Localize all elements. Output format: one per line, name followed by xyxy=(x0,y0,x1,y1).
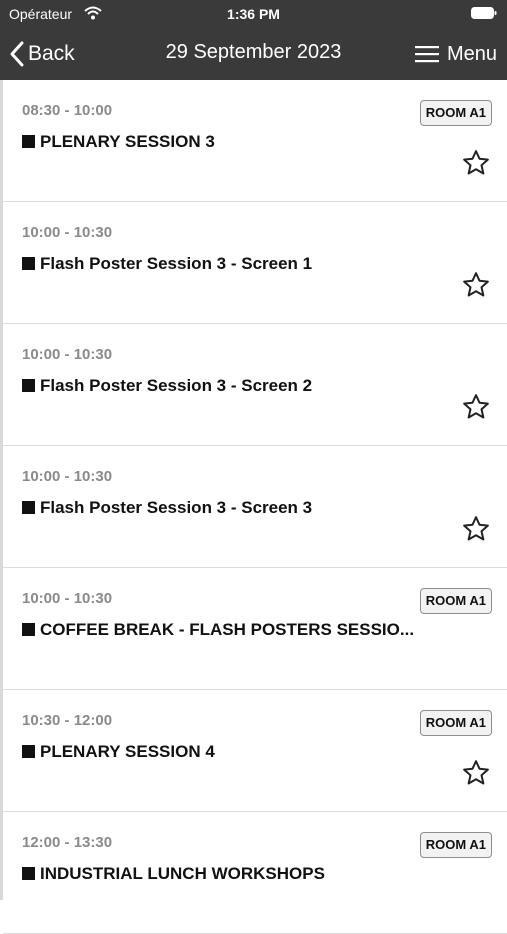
session-item[interactable]: 08:30 - 10:00 ROOM A1 PLENARY SESSION 3 xyxy=(3,80,507,202)
room-badge: ROOM A1 xyxy=(419,100,492,126)
track-color-square xyxy=(22,501,35,514)
session-title: PLENARY SESSION 3 xyxy=(22,132,422,152)
session-title-text: COFFEE BREAK - FLASH POSTERS SESSIO... xyxy=(40,620,415,639)
favorite-star-icon[interactable] xyxy=(461,148,491,178)
session-title-text: INDUSTRIAL LUNCH WORKSHOPS xyxy=(40,864,325,883)
hamburger-icon xyxy=(414,46,439,63)
session-item[interactable]: 10:00 - 10:30 Flash Poster Session 3 - S… xyxy=(3,324,507,446)
session-time: 10:00 - 10:30 xyxy=(22,346,113,363)
session-item[interactable]: 12:00 - 13:30 ROOM A1 INDUSTRIAL LUNCH W… xyxy=(3,812,507,934)
status-bar: Opérateur 1:36 PM xyxy=(0,0,507,28)
track-color-square xyxy=(22,623,35,636)
session-time: 12:00 - 13:30 xyxy=(22,834,113,851)
session-title-text: Flash Poster Session 3 - Screen 3 xyxy=(40,498,313,517)
back-button[interactable]: Back xyxy=(10,38,75,70)
session-item[interactable]: 10:00 - 10:30 Flash Poster Session 3 - S… xyxy=(3,202,507,324)
track-color-square xyxy=(22,379,35,392)
room-badge: ROOM A1 xyxy=(419,588,492,614)
session-time: 10:00 - 10:30 xyxy=(22,224,113,241)
battery-icon xyxy=(471,7,497,19)
session-item[interactable]: 10:00 - 10:30 Flash Poster Session 3 - S… xyxy=(3,446,507,568)
favorite-star-icon[interactable] xyxy=(461,392,491,422)
session-title: PLENARY SESSION 4 xyxy=(22,742,422,762)
menu-button[interactable]: Menu xyxy=(414,38,497,70)
status-time: 1:36 PM xyxy=(227,6,280,22)
favorite-star-icon[interactable] xyxy=(461,514,491,544)
room-badge: ROOM A1 xyxy=(419,710,492,736)
session-title-text: PLENARY SESSION 3 xyxy=(40,132,215,151)
favorite-star-icon[interactable] xyxy=(461,758,491,788)
session-item[interactable]: 10:30 - 12:00 ROOM A1 PLENARY SESSION 4 xyxy=(3,690,507,812)
session-title: Flash Poster Session 3 - Screen 2 xyxy=(22,376,422,396)
session-title: Flash Poster Session 3 - Screen 1 xyxy=(22,254,422,274)
session-list: 08:30 - 10:00 ROOM A1 PLENARY SESSION 3 … xyxy=(3,80,507,934)
session-time: 10:00 - 10:30 xyxy=(22,468,113,485)
track-color-square xyxy=(22,867,35,880)
session-time: 10:00 - 10:30 xyxy=(22,590,113,607)
session-title-text: Flash Poster Session 3 - Screen 2 xyxy=(40,376,313,395)
room-badge: ROOM A1 xyxy=(419,832,492,858)
track-color-square xyxy=(22,135,35,148)
session-title-text: PLENARY SESSION 4 xyxy=(40,742,215,761)
page-title: 29 September 2023 xyxy=(165,41,342,63)
session-title: COFFEE BREAK - FLASH POSTERS SESSIO... xyxy=(22,620,462,640)
session-title: INDUSTRIAL LUNCH WORKSHOPS xyxy=(22,864,422,884)
favorite-star-icon[interactable] xyxy=(461,270,491,300)
track-color-square xyxy=(22,745,35,758)
back-label: Back xyxy=(28,42,75,65)
navigation-bar: Back 29 September 2023 Menu xyxy=(0,28,507,80)
session-time: 10:30 - 12:00 xyxy=(22,712,113,729)
session-time: 08:30 - 10:00 xyxy=(22,102,113,119)
track-color-square xyxy=(22,257,35,270)
menu-label: Menu xyxy=(446,42,497,65)
session-item[interactable]: 10:00 - 10:30 ROOM A1 COFFEE BREAK - FLA… xyxy=(3,568,507,690)
chevron-left-icon xyxy=(10,41,24,67)
session-title-text: Flash Poster Session 3 - Screen 1 xyxy=(40,254,313,273)
session-title: Flash Poster Session 3 - Screen 3 xyxy=(22,498,422,518)
